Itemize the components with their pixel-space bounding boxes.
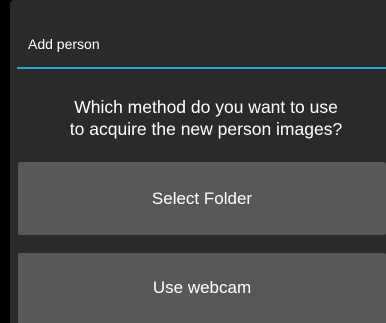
title-separator [17, 67, 386, 69]
add-person-dialog: Add person Which method do you want to u… [10, 0, 386, 323]
use-webcam-label: Use webcam [152, 278, 252, 297]
dialog-question: Which method do you want to use to acqui… [69, 97, 343, 139]
select-folder-label: Select Folder [151, 188, 253, 208]
dialog-title-bar: Add person [10, 0, 386, 70]
dialog-title: Add person [28, 36, 100, 52]
select-folder-button[interactable]: Select Folder [18, 162, 386, 235]
use-webcam-button[interactable]: Use webcam [18, 253, 386, 323]
